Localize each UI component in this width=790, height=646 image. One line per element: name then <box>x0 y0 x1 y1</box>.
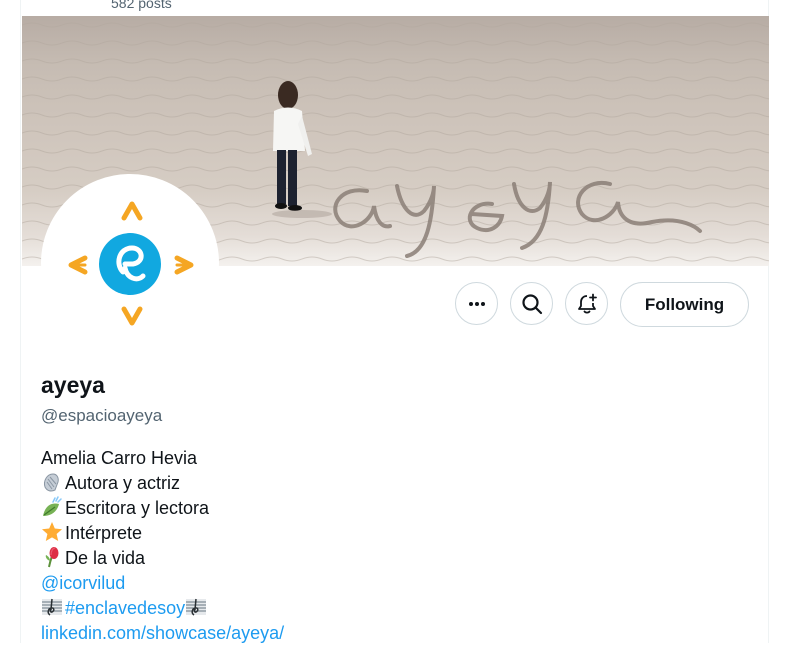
website-link[interactable]: linkedin.com/showcase/ayeya/ <box>41 623 284 643</box>
following-button[interactable]: Following <box>620 282 749 327</box>
hashtag-link[interactable]: #enclavedesoy <box>65 598 185 618</box>
profile-bio: Amelia Carro Hevia Autora y actriz Escri… <box>41 446 284 646</box>
search-icon <box>521 293 542 314</box>
top-bar: 582 posts <box>21 0 768 16</box>
search-profile-button[interactable] <box>510 282 553 325</box>
star-icon <box>42 522 62 541</box>
bio-line: Amelia Carro Hevia <box>41 446 284 471</box>
rosebud-icon <box>45 547 59 568</box>
bio-line: Escritora y lectora <box>41 496 284 521</box>
bio-text: Intérprete <box>65 523 143 543</box>
bio-text: De la vida <box>65 548 146 568</box>
user-handle: @espacioayeya <box>41 406 163 425</box>
bio-text: Autora y actriz <box>65 473 181 493</box>
shell-icon <box>44 473 59 492</box>
more-button[interactable] <box>455 282 498 325</box>
bell-plus-icon <box>577 293 597 314</box>
more-horizontal-icon <box>468 301 485 306</box>
musical-score-icon <box>186 598 207 616</box>
bio-text: Amelia Carro Hevia <box>41 448 198 468</box>
leaf-icon <box>43 496 62 516</box>
mention-link[interactable]: @icorvilud <box>41 573 125 593</box>
profile-actions: Following <box>21 282 768 327</box>
display-name: ayeya <box>41 372 105 398</box>
bio-line: linkedin.com/showcase/ayeya/ <box>41 621 284 646</box>
bio-line: #enclavedesoy <box>41 596 284 621</box>
bio-line: @icorvilud <box>41 571 284 596</box>
bio-line: Intérprete <box>41 521 284 546</box>
post-count: 582 posts <box>111 0 172 11</box>
musical-score-icon <box>42 598 62 616</box>
bio-text: Escritora y lectora <box>65 498 210 518</box>
profile-frame: 582 posts Following ayeya @espacioayeya … <box>20 0 769 643</box>
bio-line: De la vida <box>41 546 284 571</box>
bio-line: Autora y actriz <box>41 471 284 496</box>
notifications-button[interactable] <box>565 282 608 325</box>
